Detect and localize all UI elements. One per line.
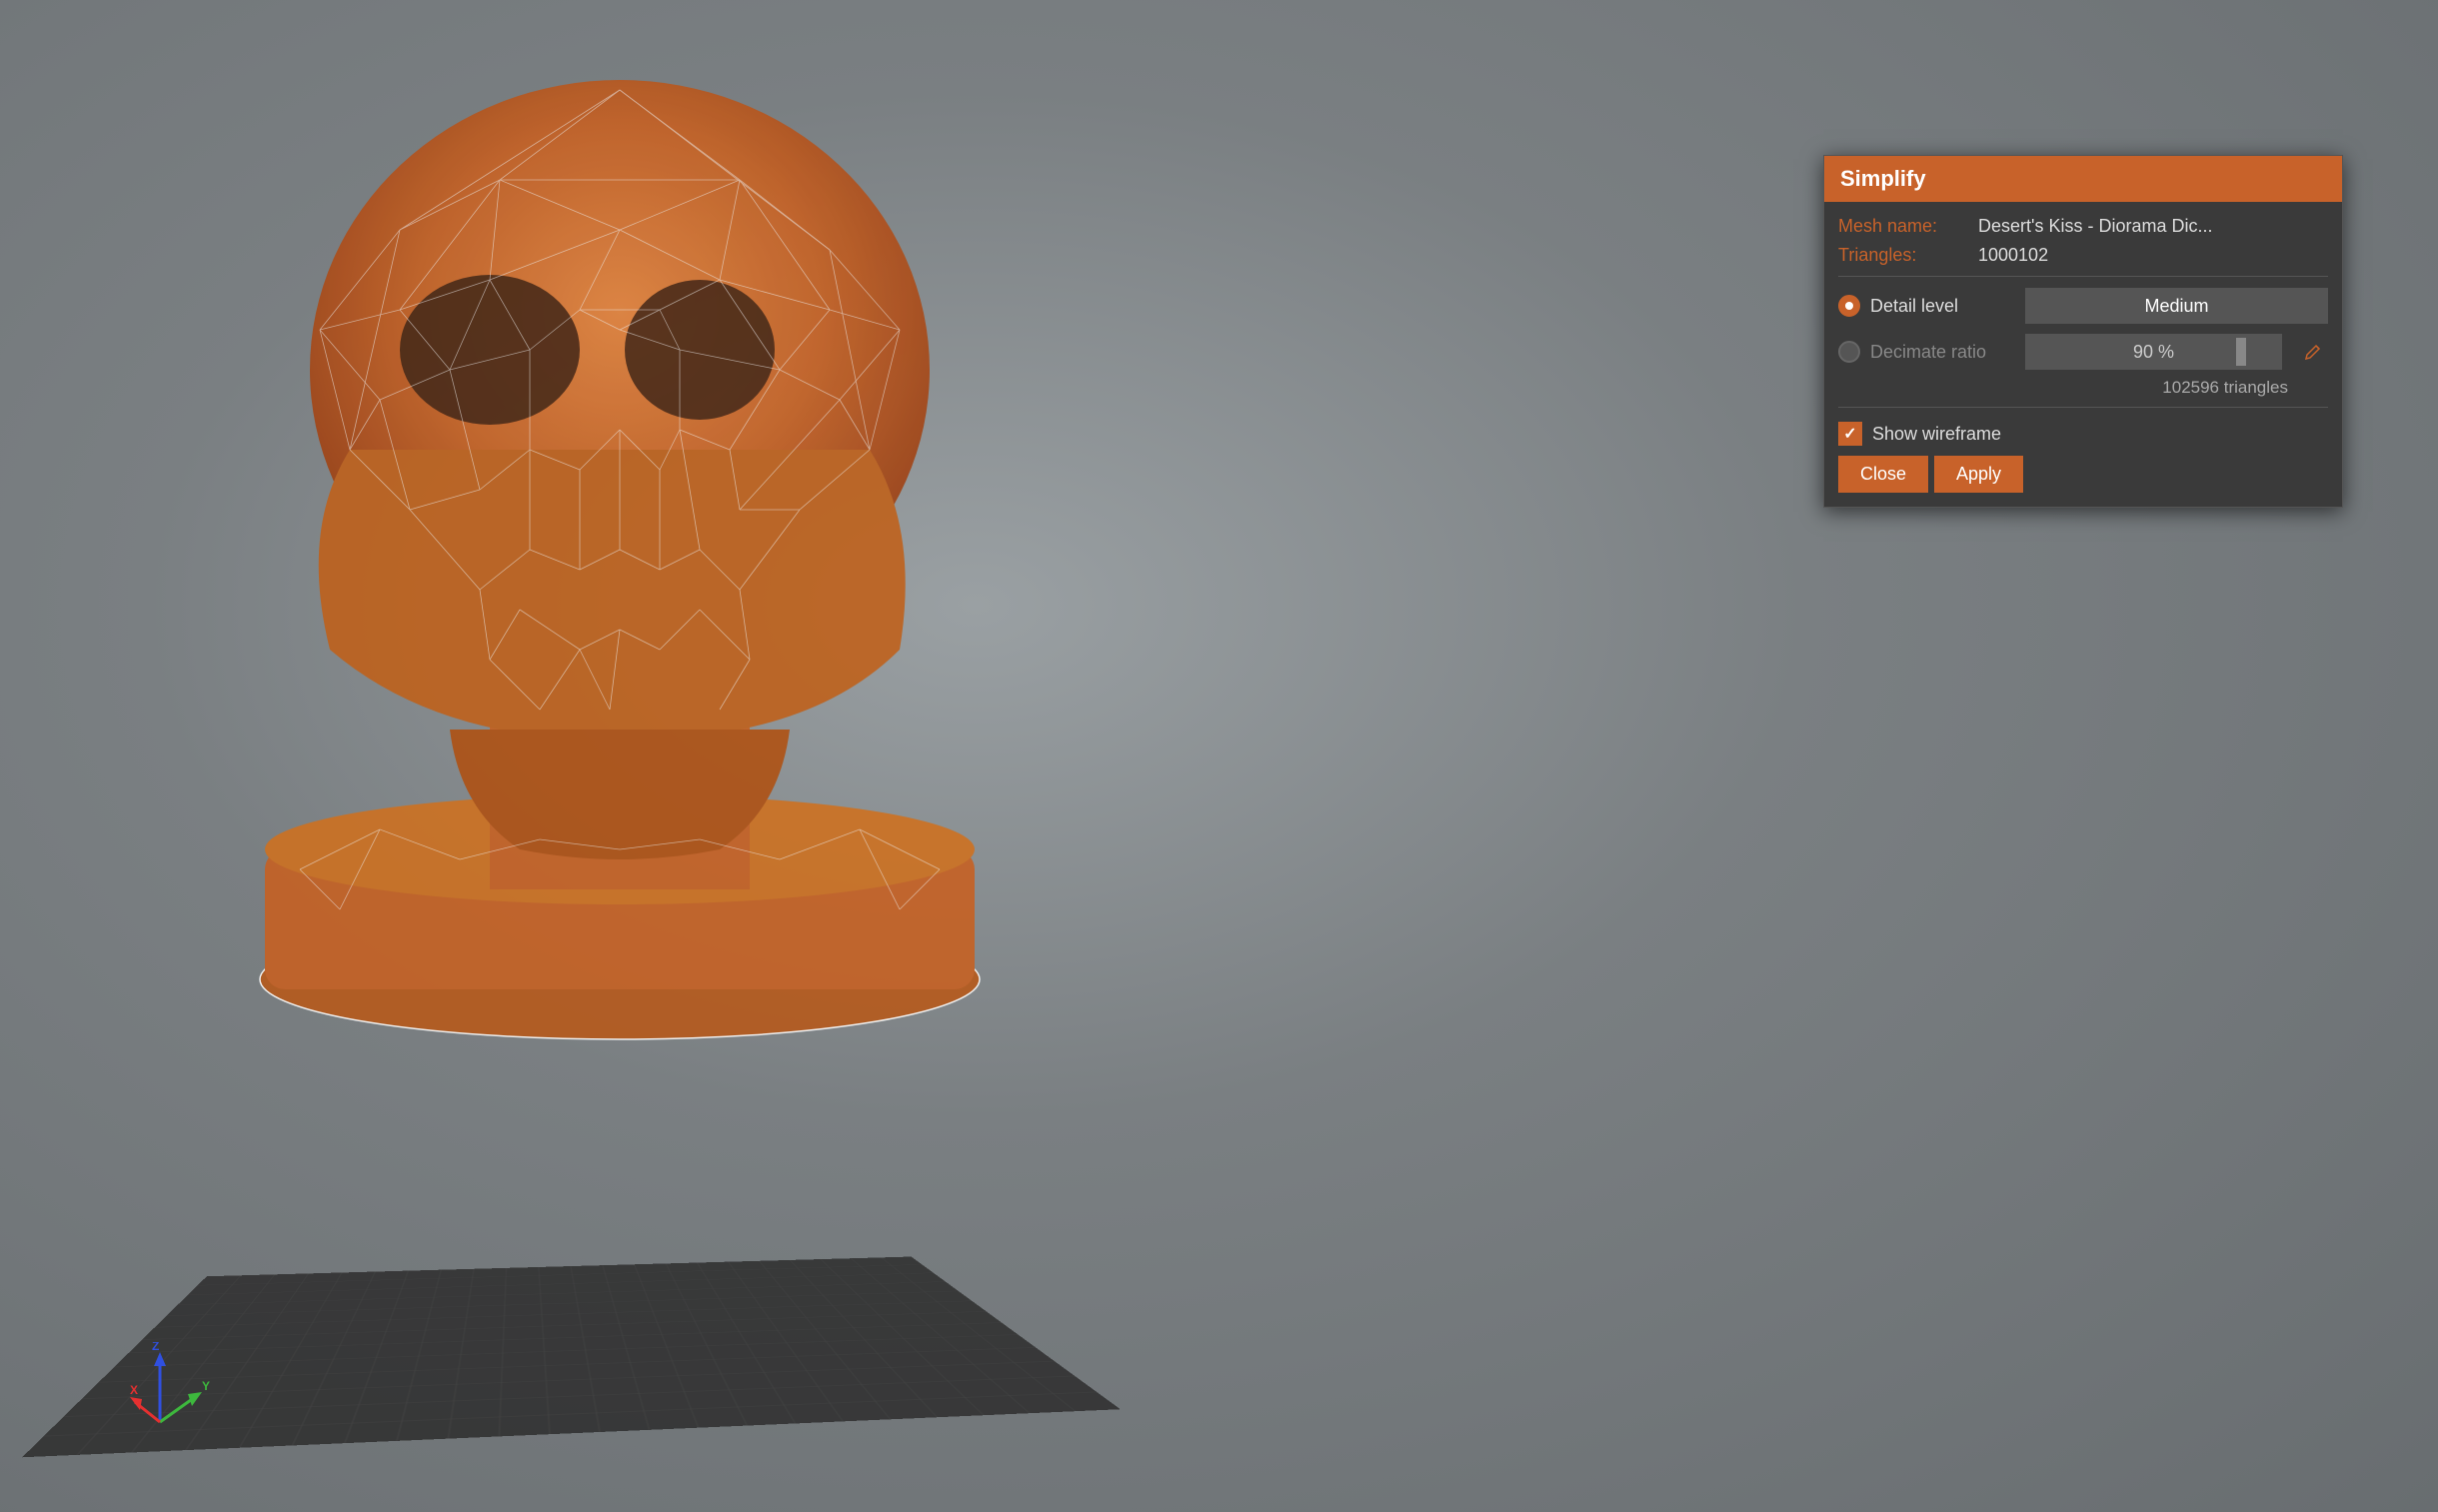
decimate-ratio-radio[interactable] [1838, 341, 1860, 363]
triangles-value: 1000102 [1978, 245, 2048, 266]
detail-level-label: Detail level [1870, 296, 2015, 317]
triangles-label: Triangles: [1838, 245, 1978, 266]
edit-icon[interactable] [2298, 337, 2328, 367]
show-wireframe-row[interactable]: ✓ Show wireframe [1838, 414, 2328, 452]
svg-text:Y: Y [202, 1379, 210, 1393]
decimate-ratio-label: Decimate ratio [1870, 342, 2015, 363]
wireframe-checkbox[interactable]: ✓ [1838, 422, 1862, 446]
svg-text:X: X [130, 1383, 138, 1397]
mesh-name-row: Mesh name: Desert's Kiss - Diorama Dic..… [1838, 212, 2328, 241]
panel-title: Simplify [1840, 166, 1926, 191]
panel-body: Mesh name: Desert's Kiss - Diorama Dic..… [1824, 202, 2342, 507]
close-button[interactable]: Close [1838, 456, 1928, 493]
simplify-panel: Simplify Mesh name: Desert's Kiss - Dior… [1823, 155, 2343, 508]
divider-2 [1838, 407, 2328, 408]
decimate-ratio-slider[interactable]: 90 % [2025, 334, 2282, 370]
detail-level-row[interactable]: Detail level Medium [1838, 283, 2328, 329]
slider-handle[interactable] [2236, 338, 2246, 366]
triangles-row: Triangles: 1000102 [1838, 241, 2328, 270]
button-row: Close Apply [1838, 452, 2328, 493]
triangle-count: 102596 triangles [1838, 375, 2328, 401]
checkmark-icon: ✓ [1843, 424, 1856, 444]
divider-1 [1838, 276, 2328, 277]
detail-level-radio[interactable] [1838, 295, 1860, 317]
svg-text:Z: Z [152, 1342, 159, 1353]
decimate-ratio-row[interactable]: Decimate ratio 90 % [1838, 329, 2328, 375]
skull-mesh [100, 30, 1150, 1079]
panel-title-bar: Simplify [1824, 156, 2342, 202]
wireframe-label: Show wireframe [1872, 424, 2001, 445]
axis-indicator: Z Y X [130, 1342, 210, 1432]
mesh-name-label: Mesh name: [1838, 216, 1978, 237]
mesh-name-value: Desert's Kiss - Diorama Dic... [1978, 216, 2212, 237]
apply-button[interactable]: Apply [1934, 456, 2023, 493]
detail-level-value: Medium [2144, 296, 2208, 317]
detail-level-dropdown[interactable]: Medium [2025, 288, 2328, 324]
